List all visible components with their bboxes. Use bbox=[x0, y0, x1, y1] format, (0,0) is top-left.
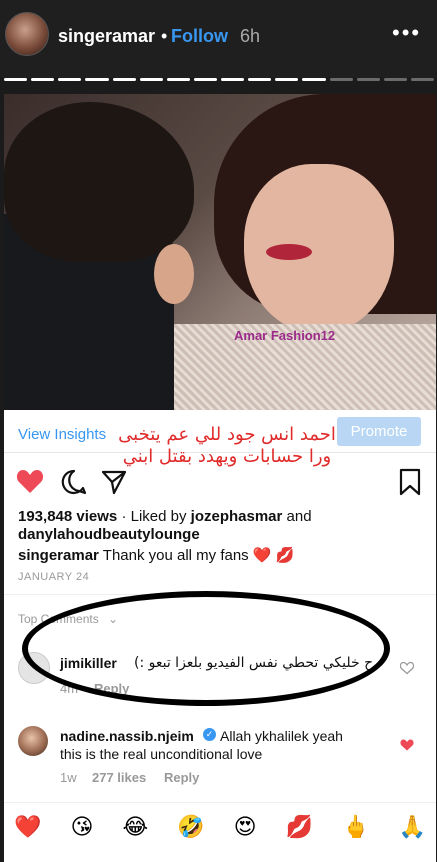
progress-segment bbox=[221, 78, 245, 81]
progress-segment bbox=[383, 78, 407, 81]
more-options-icon[interactable]: ••• bbox=[392, 20, 421, 46]
likes-summary: 193,848 views · Liked by jozephasmar and bbox=[18, 508, 312, 525]
story-username[interactable]: singeramar bbox=[58, 26, 155, 47]
progress-segment bbox=[302, 78, 326, 81]
progress-segment bbox=[410, 78, 434, 81]
woman-lips bbox=[266, 244, 312, 260]
reply-button[interactable]: Reply bbox=[164, 770, 199, 785]
story-progress-bar bbox=[4, 78, 434, 81]
caption-username[interactable]: singeramar bbox=[18, 547, 99, 564]
follow-button[interactable]: Follow bbox=[171, 26, 228, 47]
comment-liked-icon[interactable] bbox=[400, 738, 414, 752]
story-header: singeramar • Follow 6h ••• bbox=[0, 0, 437, 78]
view-insights-link[interactable]: View Insights bbox=[18, 426, 106, 443]
share-icon[interactable] bbox=[100, 468, 128, 496]
comment-text-line-1: Allah ykhalilek yeah bbox=[220, 728, 343, 744]
progress-segment bbox=[112, 78, 136, 81]
caption-text: Thank you all my fans ❤️ 💋 bbox=[102, 547, 295, 564]
comment-like-icon[interactable] bbox=[400, 661, 414, 675]
promote-button[interactable]: Promote bbox=[337, 417, 421, 446]
progress-segment bbox=[31, 78, 55, 81]
post-video[interactable]: Amar Fashion12 bbox=[4, 94, 436, 410]
progress-segment bbox=[139, 78, 163, 81]
comment-age: 1w bbox=[60, 770, 77, 785]
liked-by-user-1[interactable]: jozephasmar bbox=[191, 508, 283, 525]
post-caption: singeramar Thank you all my fans ❤️ 💋 bbox=[18, 546, 294, 564]
emoji-button[interactable]: 🤣 bbox=[177, 815, 204, 840]
boy-hair bbox=[4, 102, 194, 262]
emoji-button[interactable]: 💋 bbox=[286, 815, 313, 840]
emoji-button[interactable]: 🖕 bbox=[342, 815, 369, 840]
emoji-button[interactable]: 😂 bbox=[122, 815, 148, 840]
views-count: 193,848 views bbox=[18, 508, 118, 525]
progress-segment bbox=[329, 78, 353, 81]
emoji-button[interactable]: 🙏 bbox=[399, 815, 426, 840]
emoji-button[interactable]: 😘 bbox=[70, 815, 93, 840]
emoji-quick-bar: ❤️ 😘 😂 🤣 😍 💋 🖕 🙏 bbox=[4, 802, 436, 852]
verified-badge-icon: ✓ bbox=[203, 728, 216, 741]
comment-item: nadine.nassib.njeim ✓ Allah ykhalilek ye… bbox=[4, 724, 436, 790]
progress-segment bbox=[193, 78, 217, 81]
heart-icon[interactable] bbox=[16, 468, 44, 494]
progress-segment bbox=[4, 78, 28, 81]
post-card: Amar Fashion12 View Insights Promote احم… bbox=[4, 94, 436, 862]
progress-segment bbox=[356, 78, 380, 81]
post-actions bbox=[4, 462, 436, 502]
liked-by-and: and bbox=[286, 508, 312, 525]
emoji-button[interactable]: 😍 bbox=[234, 815, 257, 840]
bookmark-icon[interactable] bbox=[398, 468, 422, 496]
post-date: JANUARY 24 bbox=[18, 571, 90, 583]
emoji-button[interactable]: ❤️ bbox=[14, 815, 41, 840]
progress-segment bbox=[248, 78, 272, 81]
liked-by-user-2[interactable]: danylahoudbeautylounge bbox=[18, 526, 200, 543]
comment-icon[interactable] bbox=[60, 468, 88, 496]
video-watermark: Amar Fashion12 bbox=[234, 328, 336, 343]
comment-text-line-2: this is the real unconditional love bbox=[60, 746, 263, 762]
avatar[interactable] bbox=[5, 12, 49, 56]
annotation-circle bbox=[22, 591, 390, 706]
separator-dot: • bbox=[161, 26, 168, 46]
comment-username[interactable]: nadine.nassib.njeim bbox=[60, 728, 194, 744]
progress-segment bbox=[166, 78, 190, 81]
progress-segment bbox=[58, 78, 82, 81]
comment-avatar[interactable] bbox=[18, 726, 48, 756]
progress-segment bbox=[275, 78, 299, 81]
boy-ear bbox=[154, 244, 194, 304]
story-time: 6h bbox=[240, 26, 261, 46]
overlay-line-1: احمد انس جود للي عم يتخبى bbox=[118, 424, 336, 445]
progress-segment bbox=[85, 78, 109, 81]
comment-likes[interactable]: 277 likes bbox=[92, 770, 146, 785]
liked-by-prefix: · Liked by bbox=[121, 508, 187, 525]
